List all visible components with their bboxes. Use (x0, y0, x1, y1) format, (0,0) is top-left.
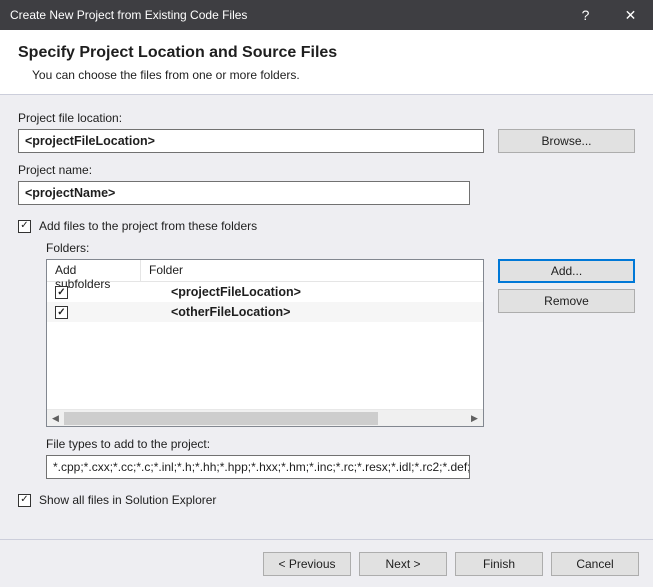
wizard-footer: < Previous Next > Finish Cancel (0, 539, 653, 587)
project-name-input[interactable]: <projectName> (18, 181, 470, 205)
scroll-right-icon[interactable]: ▶ (466, 410, 483, 427)
titlebar: Create New Project from Existing Code Fi… (0, 0, 653, 30)
row-folder-cell: <otherFileLocation> (141, 302, 483, 322)
folders-label: Folders: (46, 241, 635, 255)
show-all-files-label: Show all files in Solution Explorer (39, 493, 216, 507)
folders-table[interactable]: Add subfolders Folder ✓ <projectFileLoca… (46, 259, 484, 427)
add-files-checkbox[interactable]: ✓ (18, 220, 31, 233)
help-icon[interactable]: ? (563, 0, 608, 30)
project-location-label: Project file location: (18, 111, 635, 125)
row-folder-cell: <projectFileLocation> (141, 282, 483, 302)
page-subtitle: You can choose the files from one or mor… (18, 68, 635, 82)
add-files-label: Add files to the project from these fold… (39, 219, 257, 233)
horizontal-scrollbar[interactable]: ◀ ▶ (47, 409, 483, 426)
project-location-input[interactable]: <projectFileLocation> (18, 129, 484, 153)
row-subfolder-checkbox[interactable]: ✓ (55, 306, 68, 319)
close-icon[interactable]: ✕ (608, 0, 653, 30)
folders-table-header: Add subfolders Folder (47, 260, 483, 282)
col-add-subfolders[interactable]: Add subfolders (47, 260, 141, 281)
row-subfolder-checkbox[interactable]: ✓ (55, 286, 68, 299)
filetypes-input[interactable]: *.cpp;*.cxx;*.cc;*.c;*.inl;*.h;*.hh;*.hp… (46, 455, 470, 479)
table-row[interactable]: ✓ <projectFileLocation> (47, 282, 483, 302)
window-title: Create New Project from Existing Code Fi… (10, 8, 247, 22)
finish-button[interactable]: Finish (455, 552, 543, 576)
scroll-thumb[interactable] (64, 412, 378, 425)
wizard-header: Specify Project Location and Source File… (0, 30, 653, 95)
remove-folder-button[interactable]: Remove (498, 289, 635, 313)
browse-button[interactable]: Browse... (498, 129, 635, 153)
page-title: Specify Project Location and Source File… (18, 44, 635, 62)
filetypes-label: File types to add to the project: (46, 437, 635, 451)
previous-button[interactable]: < Previous (263, 552, 351, 576)
table-row[interactable]: ✓ <otherFileLocation> (47, 302, 483, 322)
cancel-button[interactable]: Cancel (551, 552, 639, 576)
project-name-label: Project name: (18, 163, 635, 177)
show-all-files-checkbox[interactable]: ✓ (18, 494, 31, 507)
scroll-left-icon[interactable]: ◀ (47, 410, 64, 427)
col-folder[interactable]: Folder (141, 260, 483, 281)
next-button[interactable]: Next > (359, 552, 447, 576)
add-folder-button[interactable]: Add... (498, 259, 635, 283)
